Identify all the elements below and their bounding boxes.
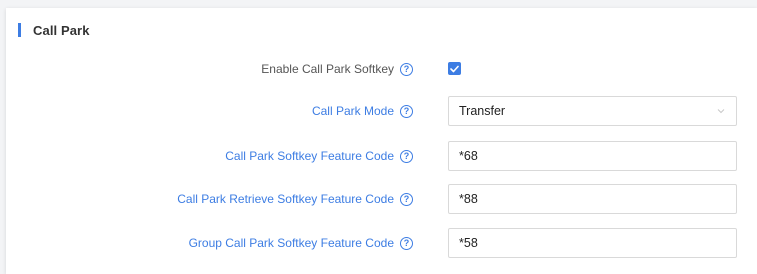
group-call-park-softkey-feature-code-row: Group Call Park Softkey Feature Code ? *… [0,228,757,258]
group-call-park-softkey-feature-code-label: Group Call Park Softkey Feature Code [188,236,394,250]
call-park-retrieve-softkey-feature-code-row: Call Park Retrieve Softkey Feature Code … [0,184,757,214]
call-park-softkey-feature-code-input[interactable]: *68 [448,141,737,171]
label-group: Group Call Park Softkey Feature Code ? [189,228,413,258]
enable-call-park-softkey-label: Enable Call Park Softkey [261,62,394,76]
input-value: *68 [459,149,478,163]
call-park-softkey-feature-code-row: Call Park Softkey Feature Code ? *68 [0,141,757,171]
section-header: Call Park [18,22,90,38]
label-group: Call Park Mode ? [312,96,413,126]
label-group: Enable Call Park Softkey ? [261,54,413,84]
label-group: Call Park Retrieve Softkey Feature Code … [177,184,413,214]
help-icon[interactable]: ? [400,236,413,250]
enable-call-park-softkey-row: Enable Call Park Softkey ? [0,54,757,84]
call-park-retrieve-softkey-feature-code-label: Call Park Retrieve Softkey Feature Code [177,192,394,206]
call-park-mode-value: Transfer [459,104,506,118]
label-group: Call Park Softkey Feature Code ? [225,141,413,171]
section-accent-bar [18,23,21,37]
chevron-down-icon [717,109,725,114]
call-park-softkey-feature-code-label: Call Park Softkey Feature Code [225,149,394,163]
section-title: Call Park [33,22,90,38]
call-park-mode-label: Call Park Mode [311,104,394,118]
call-park-mode-select[interactable]: Transfer [448,96,737,126]
input-value: *58 [459,236,478,250]
help-icon[interactable]: ? [400,149,413,163]
help-icon[interactable]: ? [400,104,413,118]
input-value: *88 [459,192,478,206]
help-icon[interactable]: ? [400,62,413,76]
checkmark-icon [450,65,459,72]
enable-call-park-softkey-checkbox[interactable] [448,62,461,75]
call-park-mode-row: Call Park Mode ? Transfer [0,96,757,126]
group-call-park-softkey-feature-code-input[interactable]: *58 [448,228,737,258]
call-park-retrieve-softkey-feature-code-input[interactable]: *88 [448,184,737,214]
help-icon[interactable]: ? [400,192,413,206]
